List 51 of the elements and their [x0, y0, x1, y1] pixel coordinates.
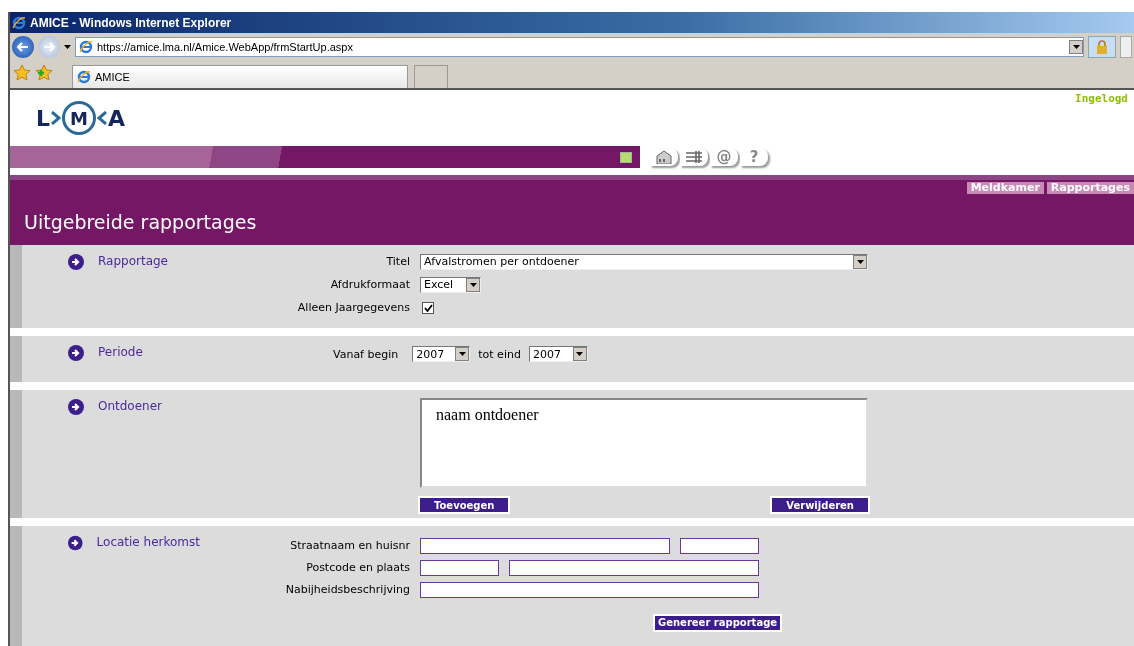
- input-field[interactable]: [420, 537, 670, 554]
- right-arrow-icon: [43, 41, 55, 52]
- year-select[interactable]: 2007: [412, 346, 471, 362]
- field-label: Afdrukformaat: [329, 278, 410, 291]
- field-label: Titel: [385, 255, 410, 268]
- input-field[interactable]: [420, 581, 759, 598]
- logo: L M A: [36, 101, 126, 135]
- checkbox[interactable]: [422, 301, 434, 314]
- window-title: AMICE - Windows Internet Explorer: [30, 15, 232, 30]
- format-select[interactable]: Excel: [420, 276, 481, 293]
- browser-logo-icon: [77, 70, 91, 84]
- action-button[interactable]: Toevoegen: [418, 496, 511, 514]
- generate-report-button[interactable]: Genereer rapportage: [653, 613, 783, 632]
- action-button[interactable]: Verwijderen: [770, 496, 870, 514]
- toolbar-button[interactable]: @: [710, 148, 738, 166]
- title-select[interactable]: Afvalstromen per ontdoener: [420, 253, 868, 270]
- back-button[interactable]: [12, 35, 34, 58]
- section-title: Rapportage: [98, 254, 168, 268]
- star-icon[interactable]: [14, 65, 30, 80]
- login-status: Ingelogd: [1075, 92, 1128, 105]
- field-label: Straatnaam en huisnr: [289, 539, 410, 552]
- list-item[interactable]: naam ontdoener: [436, 406, 852, 424]
- arrow-circle-icon: [68, 399, 84, 415]
- field-label: Vanaf begin: [333, 347, 399, 361]
- arrow-circle-icon: [68, 345, 84, 361]
- input-field[interactable]: [420, 559, 499, 576]
- caret-icon[interactable]: [64, 44, 71, 49]
- section-edge: [10, 336, 22, 382]
- arrow-circle-icon: [68, 254, 84, 270]
- toolbar-button[interactable]: ?: [740, 148, 768, 166]
- section-title: Periode: [98, 345, 143, 359]
- field-label: Nabijheidsbeschrijving: [284, 583, 410, 596]
- house-icon[interactable]: [655, 150, 673, 164]
- status-square-icon: [620, 151, 632, 163]
- browser-logo-icon: [12, 15, 26, 30]
- input-field[interactable]: [680, 537, 759, 554]
- year-select[interactable]: 2007: [528, 346, 588, 362]
- field-label: Alleen Jaargegevens: [296, 301, 410, 314]
- input-field[interactable]: [509, 559, 759, 576]
- list-box[interactable]: naam ontdoener: [420, 398, 868, 488]
- arrow-circle-icon: [68, 535, 83, 551]
- page-title: Uitgebreide rapportages: [24, 211, 258, 233]
- section-title: Locatie herkomst: [96, 535, 200, 549]
- browser-logo-icon: [79, 39, 93, 54]
- field-label: tot eind: [478, 347, 521, 361]
- browser-tab[interactable]: AMICE: [72, 65, 408, 88]
- left-arrow-icon: [17, 41, 29, 52]
- rack-icon[interactable]: [685, 150, 703, 164]
- section-title: Ontdoener: [98, 399, 163, 413]
- field-label: Postcode en plaats: [305, 561, 410, 574]
- address-field[interactable]: https://amice.lma.nl/Amice.WebApp/frmStartUp.aspx: [75, 36, 1084, 57]
